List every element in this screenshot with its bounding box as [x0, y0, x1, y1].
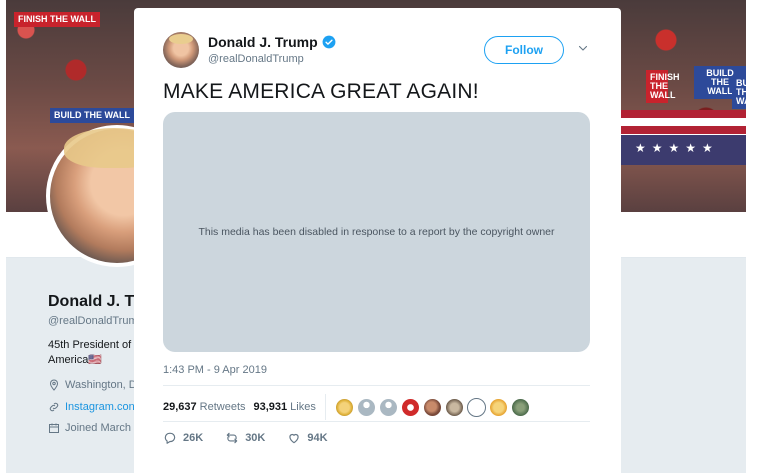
flag-stars: ★★★★★ — [621, 135, 746, 165]
chevron-down-icon[interactable] — [577, 42, 589, 54]
banner-sign: BUILD THE WALL — [50, 108, 134, 123]
verified-badge-icon — [322, 35, 336, 49]
tweet-modal: Donald J. Trump @realDonaldTrump Follow … — [134, 8, 621, 473]
profile-link[interactable]: Instagram.con — [48, 401, 135, 413]
profile-name: Donald J. T — [48, 293, 135, 310]
link-icon — [49, 402, 59, 412]
liker-avatar[interactable] — [422, 397, 442, 417]
likes-label[interactable]: Likes — [290, 401, 316, 413]
retweet-count: 30K — [245, 432, 266, 444]
banner-sign: FINISH THE WALL — [646, 70, 680, 103]
retweet-icon — [226, 432, 238, 444]
tweet-author-avatar[interactable] — [163, 32, 199, 68]
tweet-author-handle[interactable]: @realDonaldTrump — [208, 53, 304, 65]
location-pin-icon — [49, 379, 59, 391]
profile-bio: 45th President of America🇺🇸 — [48, 338, 138, 368]
liker-avatar[interactable] — [400, 397, 420, 417]
divider — [163, 421, 590, 422]
calendar-icon — [49, 423, 59, 433]
profile-location-text: Washington, D — [65, 379, 137, 391]
tweet-text: MAKE AMERICA GREAT AGAIN! — [163, 80, 479, 103]
reply-action[interactable]: 26K — [163, 431, 203, 445]
liker-avatar[interactable] — [466, 397, 486, 417]
tweet-timestamp[interactable]: 1:43 PM - 9 Apr 2019 — [163, 364, 267, 376]
liker-avatar[interactable] — [488, 397, 508, 417]
retweets-count[interactable]: 29,637 — [163, 401, 197, 413]
tweet-author-name[interactable]: Donald J. Trump — [208, 34, 318, 50]
follow-button[interactable]: Follow — [484, 36, 564, 64]
profile-location: Washington, D — [48, 379, 137, 391]
likes-count[interactable]: 93,931 — [254, 401, 288, 413]
retweets-label[interactable]: Retweets — [200, 401, 246, 413]
profile-joined: Joined March — [48, 422, 131, 434]
us-flag-emoji: 🇺🇸 — [88, 354, 103, 366]
like-action[interactable]: 94K — [287, 431, 328, 445]
liker-avatar[interactable] — [444, 397, 464, 417]
liker-avatar[interactable] — [334, 397, 354, 417]
liker-avatar[interactable] — [356, 397, 376, 417]
tweet-stats: 29,637 Retweets 93,931 Likes — [163, 394, 530, 420]
profile-joined-text: Joined March — [65, 422, 132, 434]
heart-icon — [289, 433, 300, 444]
liker-avatars — [334, 397, 530, 417]
stats-separator — [324, 394, 326, 420]
divider — [163, 385, 590, 386]
media-disabled-message: This media has been disabled in response… — [198, 226, 555, 238]
liker-avatar[interactable] — [378, 397, 398, 417]
tweet-author-name-row[interactable]: Donald J. Trump — [208, 34, 336, 50]
profile-handle: @realDonaldTrum — [48, 315, 138, 327]
profile-link-text[interactable]: Instagram.con — [65, 401, 135, 413]
retweet-action[interactable]: 30K — [225, 431, 265, 445]
reply-icon — [164, 432, 176, 444]
banner-sign: FINISH THE WALL — [14, 12, 100, 27]
tweet-actions: 26K 30K 94K — [163, 431, 328, 445]
liker-avatar[interactable] — [510, 397, 530, 417]
banner-sign: BUILD THE WALL — [732, 76, 746, 109]
like-count: 94K — [307, 432, 328, 444]
reply-count: 26K — [183, 432, 204, 444]
tweet-media-placeholder: This media has been disabled in response… — [163, 112, 590, 352]
